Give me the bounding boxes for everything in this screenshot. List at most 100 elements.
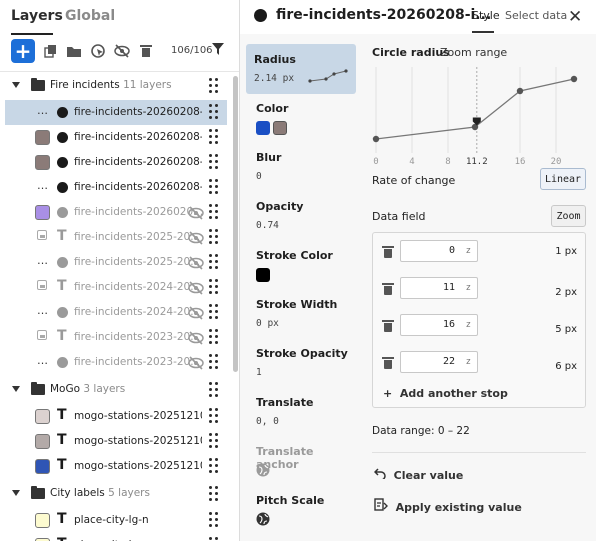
zoom-stop-input[interactable]: 16 z: [400, 314, 478, 336]
stop-output-value[interactable]: 6 px: [555, 361, 577, 372]
layer-row[interactable]: … fire-incidents-2024-20...: [0, 300, 232, 325]
layer-row[interactable]: Tfire-incidents-2024-20...: [0, 275, 232, 300]
globe-icon[interactable]: [256, 512, 270, 526]
filter-icon[interactable]: [212, 43, 224, 58]
drag-handle-icon[interactable]: [209, 329, 219, 345]
layer-row[interactable]: … fire-incidents-2025-20...: [0, 250, 232, 275]
layer-row[interactable]: Tfire-incidents-2023-20...: [0, 325, 232, 350]
trash-icon[interactable]: [382, 246, 394, 258]
trash-icon[interactable]: [382, 320, 394, 332]
drag-handle-icon[interactable]: [209, 78, 219, 94]
globe-icon[interactable]: [256, 463, 270, 477]
layer-color-swatch[interactable]: [35, 130, 50, 145]
drag-handle-icon[interactable]: [209, 304, 219, 320]
layer-row[interactable]: Tplace-city-lg-n: [0, 508, 232, 533]
layer-row[interactable]: Tmogo-stations-20251210 (2): [0, 404, 232, 429]
stop-output-value[interactable]: 2 px: [555, 287, 577, 298]
stroke-color-swatch[interactable]: [256, 268, 270, 282]
stop-output-value[interactable]: 1 px: [555, 246, 577, 257]
property-radius[interactable]: Radius 2.14 px: [246, 44, 356, 94]
data-field-select[interactable]: Zoom: [551, 205, 586, 227]
layer-row[interactable]: … fire-incidents-2023-20...: [0, 350, 232, 375]
drag-handle-icon[interactable]: [209, 537, 219, 541]
layer-color-swatch[interactable]: [35, 513, 50, 528]
editor-title: Circle radius: [372, 46, 450, 59]
layer-row[interactable]: Tplace-city-lg-s: [0, 533, 232, 541]
trash-icon[interactable]: [382, 283, 394, 295]
add-layer-button[interactable]: +: [11, 39, 35, 63]
cursor-pointer-icon[interactable]: [87, 40, 109, 62]
layer-color-swatch[interactable]: [35, 409, 50, 424]
zoom-stop-input[interactable]: 0z: [400, 240, 478, 262]
drag-handle-icon[interactable]: [209, 179, 219, 195]
layer-row[interactable]: … fire-incidents-20260208-In...: [5, 100, 227, 125]
tab-global[interactable]: Global: [65, 8, 115, 24]
circle-layer-icon: [254, 9, 267, 22]
drag-handle-icon[interactable]: [209, 458, 219, 474]
drag-handle-icon[interactable]: [209, 254, 219, 270]
drag-handle-icon[interactable]: [209, 486, 219, 502]
eye-off-icon[interactable]: [188, 231, 204, 245]
layer-row[interactable]: Tfire-incidents-2025-20...: [0, 225, 232, 250]
drag-handle-icon[interactable]: [209, 104, 219, 120]
layers-panel: Layers Global + 106/106 Fire incidents 1…: [0, 0, 240, 541]
drag-handle-icon[interactable]: [209, 354, 219, 370]
zoom-stop-input[interactable]: 11 z: [400, 277, 478, 299]
eye-off-icon[interactable]: [188, 306, 204, 320]
layer-row[interactable]: fire-incidents-2026020...: [0, 200, 232, 225]
layer-title: fire-incidents-20260208-i...: [276, 7, 492, 23]
close-icon[interactable]: ✕: [568, 7, 582, 27]
drag-handle-icon[interactable]: [209, 433, 219, 449]
eye-off-icon[interactable]: [188, 206, 204, 220]
eye-off-icon[interactable]: [188, 356, 204, 370]
chevron-down-icon[interactable]: [12, 386, 20, 392]
eye-off-icon[interactable]: [111, 40, 133, 62]
rate-of-change-select[interactable]: Linear: [540, 168, 586, 190]
circle-layer-icon: [56, 306, 69, 319]
layer-group[interactable]: Fire incidents 11 layers: [0, 74, 232, 98]
trash-icon[interactable]: [382, 357, 394, 369]
tab-layers[interactable]: Layers: [11, 8, 63, 24]
tab-style[interactable]: Style: [472, 9, 500, 22]
layer-row[interactable]: Tmogo-stations-20251210 (1): [0, 429, 232, 454]
drag-handle-icon[interactable]: [209, 382, 219, 398]
drag-handle-icon[interactable]: [209, 129, 219, 145]
eye-off-icon[interactable]: [188, 281, 204, 295]
layer-row[interactable]: fire-incidents-20260208-In...: [0, 125, 232, 150]
tab-select-data[interactable]: Select data: [505, 9, 567, 22]
layer-group[interactable]: MoGo 3 layers: [0, 378, 232, 402]
chevron-down-icon[interactable]: [12, 82, 20, 88]
folder-icon[interactable]: [63, 40, 85, 62]
drag-handle-icon[interactable]: [209, 279, 219, 295]
duplicate-icon[interactable]: [40, 40, 62, 62]
color-swatch-blue[interactable]: [256, 121, 270, 135]
layer-row[interactable]: Tmogo-stations-20251210: [0, 454, 232, 479]
apply-existing-value-button[interactable]: Apply existing value: [374, 498, 522, 514]
layer-row[interactable]: … fire-incidents-20260208-In...: [0, 175, 232, 200]
color-swatch-brown[interactable]: [273, 121, 287, 135]
layer-row[interactable]: fire-incidents-20260208-In...: [0, 150, 232, 175]
layer-color-swatch[interactable]: [35, 155, 50, 170]
zoom-curve-chart[interactable]: 0 4 8 11.2 16 20: [372, 64, 590, 164]
drag-handle-icon[interactable]: [209, 408, 219, 424]
text-layer-icon: T: [57, 457, 67, 473]
layers-scrollbar[interactable]: [233, 76, 238, 372]
drag-handle-icon[interactable]: [209, 204, 219, 220]
clear-value-label: Clear value: [393, 469, 464, 482]
clear-value-button[interactable]: Clear value: [373, 468, 464, 482]
chevron-down-icon[interactable]: [12, 490, 20, 496]
trash-icon[interactable]: [135, 40, 157, 62]
layer-color-swatch[interactable]: [35, 459, 50, 474]
drag-handle-icon[interactable]: [209, 229, 219, 245]
drag-handle-icon[interactable]: [209, 154, 219, 170]
data-field-label: Data field: [372, 210, 426, 223]
zoom-stop-input[interactable]: 22 z: [400, 351, 478, 373]
eye-off-icon[interactable]: [188, 331, 204, 345]
layer-color-swatch[interactable]: [35, 434, 50, 449]
drag-handle-icon[interactable]: [209, 512, 219, 528]
stop-output-value[interactable]: 5 px: [555, 324, 577, 335]
layer-color-swatch[interactable]: [35, 205, 50, 220]
eye-off-icon[interactable]: [188, 256, 204, 270]
layer-group[interactable]: City labels 5 layers: [0, 482, 232, 506]
add-stop-button[interactable]: + Add another stop: [383, 387, 508, 400]
